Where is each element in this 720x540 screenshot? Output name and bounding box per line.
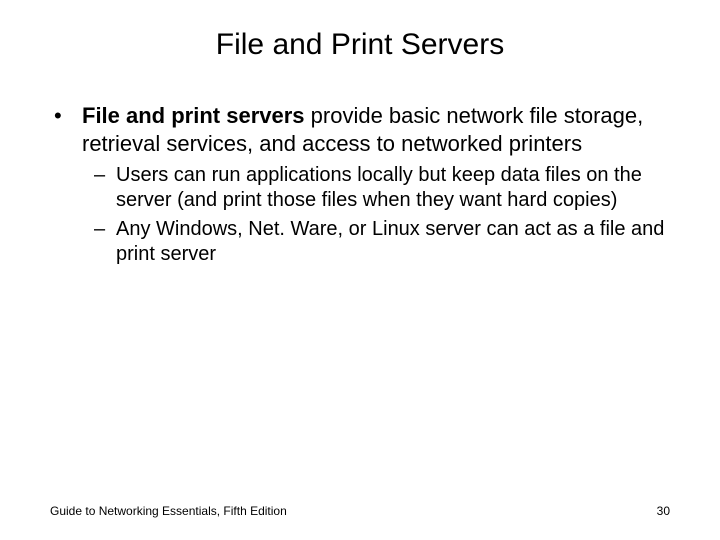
footer-source: Guide to Networking Essentials, Fifth Ed… xyxy=(50,504,287,518)
bullet-level-2: – Users can run applications locally but… xyxy=(94,163,670,213)
page-number: 30 xyxy=(657,504,670,518)
bullet-text: File and print servers provide basic net… xyxy=(82,102,670,157)
sub-bullet-text: Users can run applications locally but k… xyxy=(116,163,670,213)
slide-title: File and Print Servers xyxy=(0,0,720,72)
slide: File and Print Servers • File and print … xyxy=(0,0,720,540)
sub-bullet-text: Any Windows, Net. Ware, or Linux server … xyxy=(116,217,670,267)
bullet-level-1: • File and print servers provide basic n… xyxy=(50,102,670,157)
dash-marker: – xyxy=(94,163,116,213)
bullet-level-2: – Any Windows, Net. Ware, or Linux serve… xyxy=(94,217,670,267)
bullet-marker: • xyxy=(50,102,82,157)
slide-footer: Guide to Networking Essentials, Fifth Ed… xyxy=(50,504,670,518)
dash-marker: – xyxy=(94,217,116,267)
bullet-bold-lead: File and print servers xyxy=(82,103,305,128)
slide-body: • File and print servers provide basic n… xyxy=(0,72,720,267)
sub-bullet-list: – Users can run applications locally but… xyxy=(50,163,670,267)
